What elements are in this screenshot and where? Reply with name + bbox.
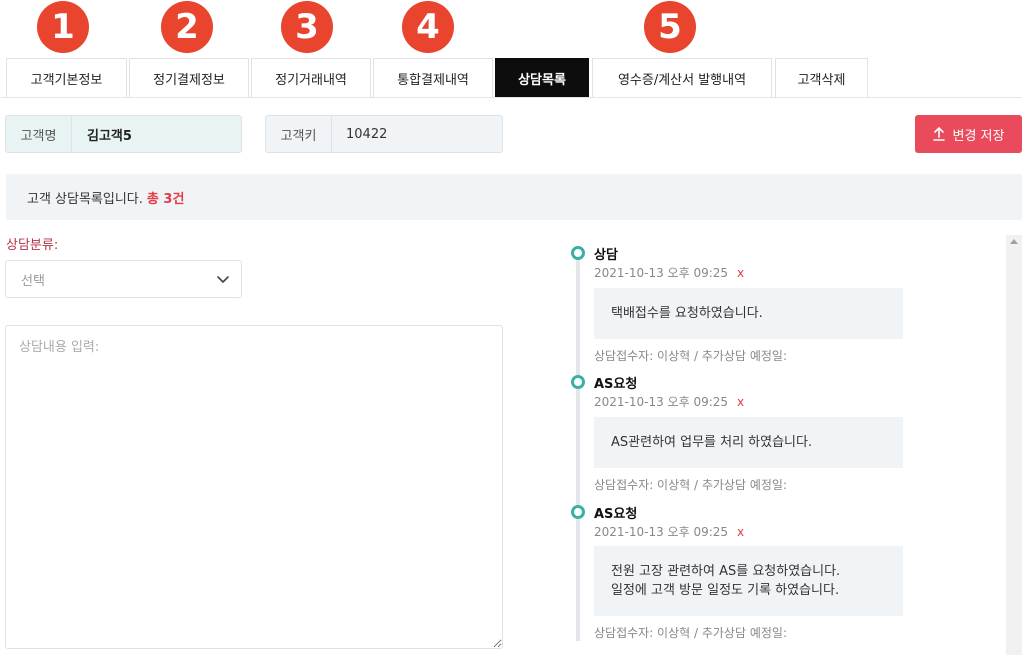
tab-divider	[0, 97, 1022, 98]
tab-recurring-payment-info[interactable]: 정기결제정보	[129, 58, 249, 98]
timeline-dot	[571, 505, 585, 519]
consultation-title: 상담	[594, 248, 618, 263]
consultation-content-line: 전원 고장 관련하여 AS를 요청하였습니다.	[611, 564, 841, 579]
consultation-title: AS요청	[594, 507, 638, 522]
chevron-down-icon	[217, 276, 229, 283]
timeline-dot	[571, 375, 585, 389]
tab-consultation-list[interactable]: 상담목록	[495, 58, 589, 98]
customer-key-value: 10422	[346, 126, 388, 142]
customer-key-label: 고객키	[266, 115, 332, 153]
consultation-meta: 상담접수자: 이상혁 / 추가상담 예정일:	[594, 626, 787, 640]
category-select[interactable]: 선택	[5, 260, 242, 298]
consultation-content: AS관련하여 업무를 처리 하였습니다.	[594, 417, 903, 468]
consultation-content-line: 택배접수를 요청하였습니다.	[611, 306, 763, 321]
consultation-notice: 고객 상담목록입니다. 총 3건	[6, 174, 1022, 220]
consultation-content: 전원 고장 관련하여 AS를 요청하였습니다. 일정에 고객 방문 일정도 기록…	[594, 546, 903, 616]
customer-name-label: 고객명	[6, 115, 72, 153]
tab-integrated-payments[interactable]: 통합결제내역	[373, 58, 493, 98]
timeline-dot	[571, 246, 585, 260]
consultation-content-line: 일정에 고객 방문 일정도 기록 하였습니다.	[611, 583, 840, 598]
category-label: 상담분류:	[6, 238, 59, 253]
consultation-content-line: AS관련하여 업무를 처리 하였습니다.	[611, 435, 813, 450]
tab-recurring-transactions[interactable]: 정기거래내역	[251, 58, 371, 98]
step-badge-4: 4	[402, 1, 454, 53]
consultation-date-row: 2021-10-13 오후 09:25 x	[594, 523, 744, 540]
save-changes-label: 변경 저장	[952, 128, 1005, 144]
tab-customer-basic-info[interactable]: 고객기본정보	[6, 58, 127, 98]
category-selected-value: 선택	[21, 273, 45, 289]
consultation-date: 2021-10-13 오후 09:25	[594, 395, 729, 409]
timeline-line	[576, 257, 580, 641]
consultation-title: AS요청	[594, 377, 638, 392]
consultation-date-row: 2021-10-13 오후 09:25 x	[594, 264, 744, 281]
tab-receipt-invoice-history[interactable]: 영수증/계산서 발행내역	[592, 58, 772, 98]
consultation-content: 택배접수를 요청하였습니다.	[594, 288, 903, 339]
step-badge-2: 2	[161, 1, 213, 53]
consultation-meta: 상담접수자: 이상혁 / 추가상담 예정일:	[594, 478, 787, 492]
tab-delete-customer[interactable]: 고객삭제	[775, 58, 868, 98]
step-badge-3: 3	[281, 1, 333, 53]
consultation-content-input[interactable]	[5, 325, 503, 649]
step-badge-1: 1	[37, 1, 89, 53]
step-badge-5: 5	[644, 1, 696, 53]
delete-consultation-button[interactable]: x	[737, 266, 744, 280]
consultation-meta: 상담접수자: 이상혁 / 추가상담 예정일:	[594, 349, 787, 363]
consultation-date-row: 2021-10-13 오후 09:25 x	[594, 393, 744, 410]
delete-consultation-button[interactable]: x	[737, 395, 744, 409]
delete-consultation-button[interactable]: x	[737, 525, 744, 539]
notice-count: 총 3건	[146, 191, 185, 207]
scroll-up-arrow-icon[interactable]	[1010, 239, 1018, 244]
customer-name-value: 김고객5	[87, 128, 132, 144]
consultation-date: 2021-10-13 오후 09:25	[594, 525, 729, 539]
consultation-date: 2021-10-13 오후 09:25	[594, 266, 729, 280]
notice-text: 고객 상담목록입니다.	[27, 191, 143, 207]
upload-icon	[932, 127, 945, 141]
save-changes-button[interactable]: 변경 저장	[915, 115, 1022, 153]
timeline-scrollbar[interactable]	[1006, 235, 1022, 655]
